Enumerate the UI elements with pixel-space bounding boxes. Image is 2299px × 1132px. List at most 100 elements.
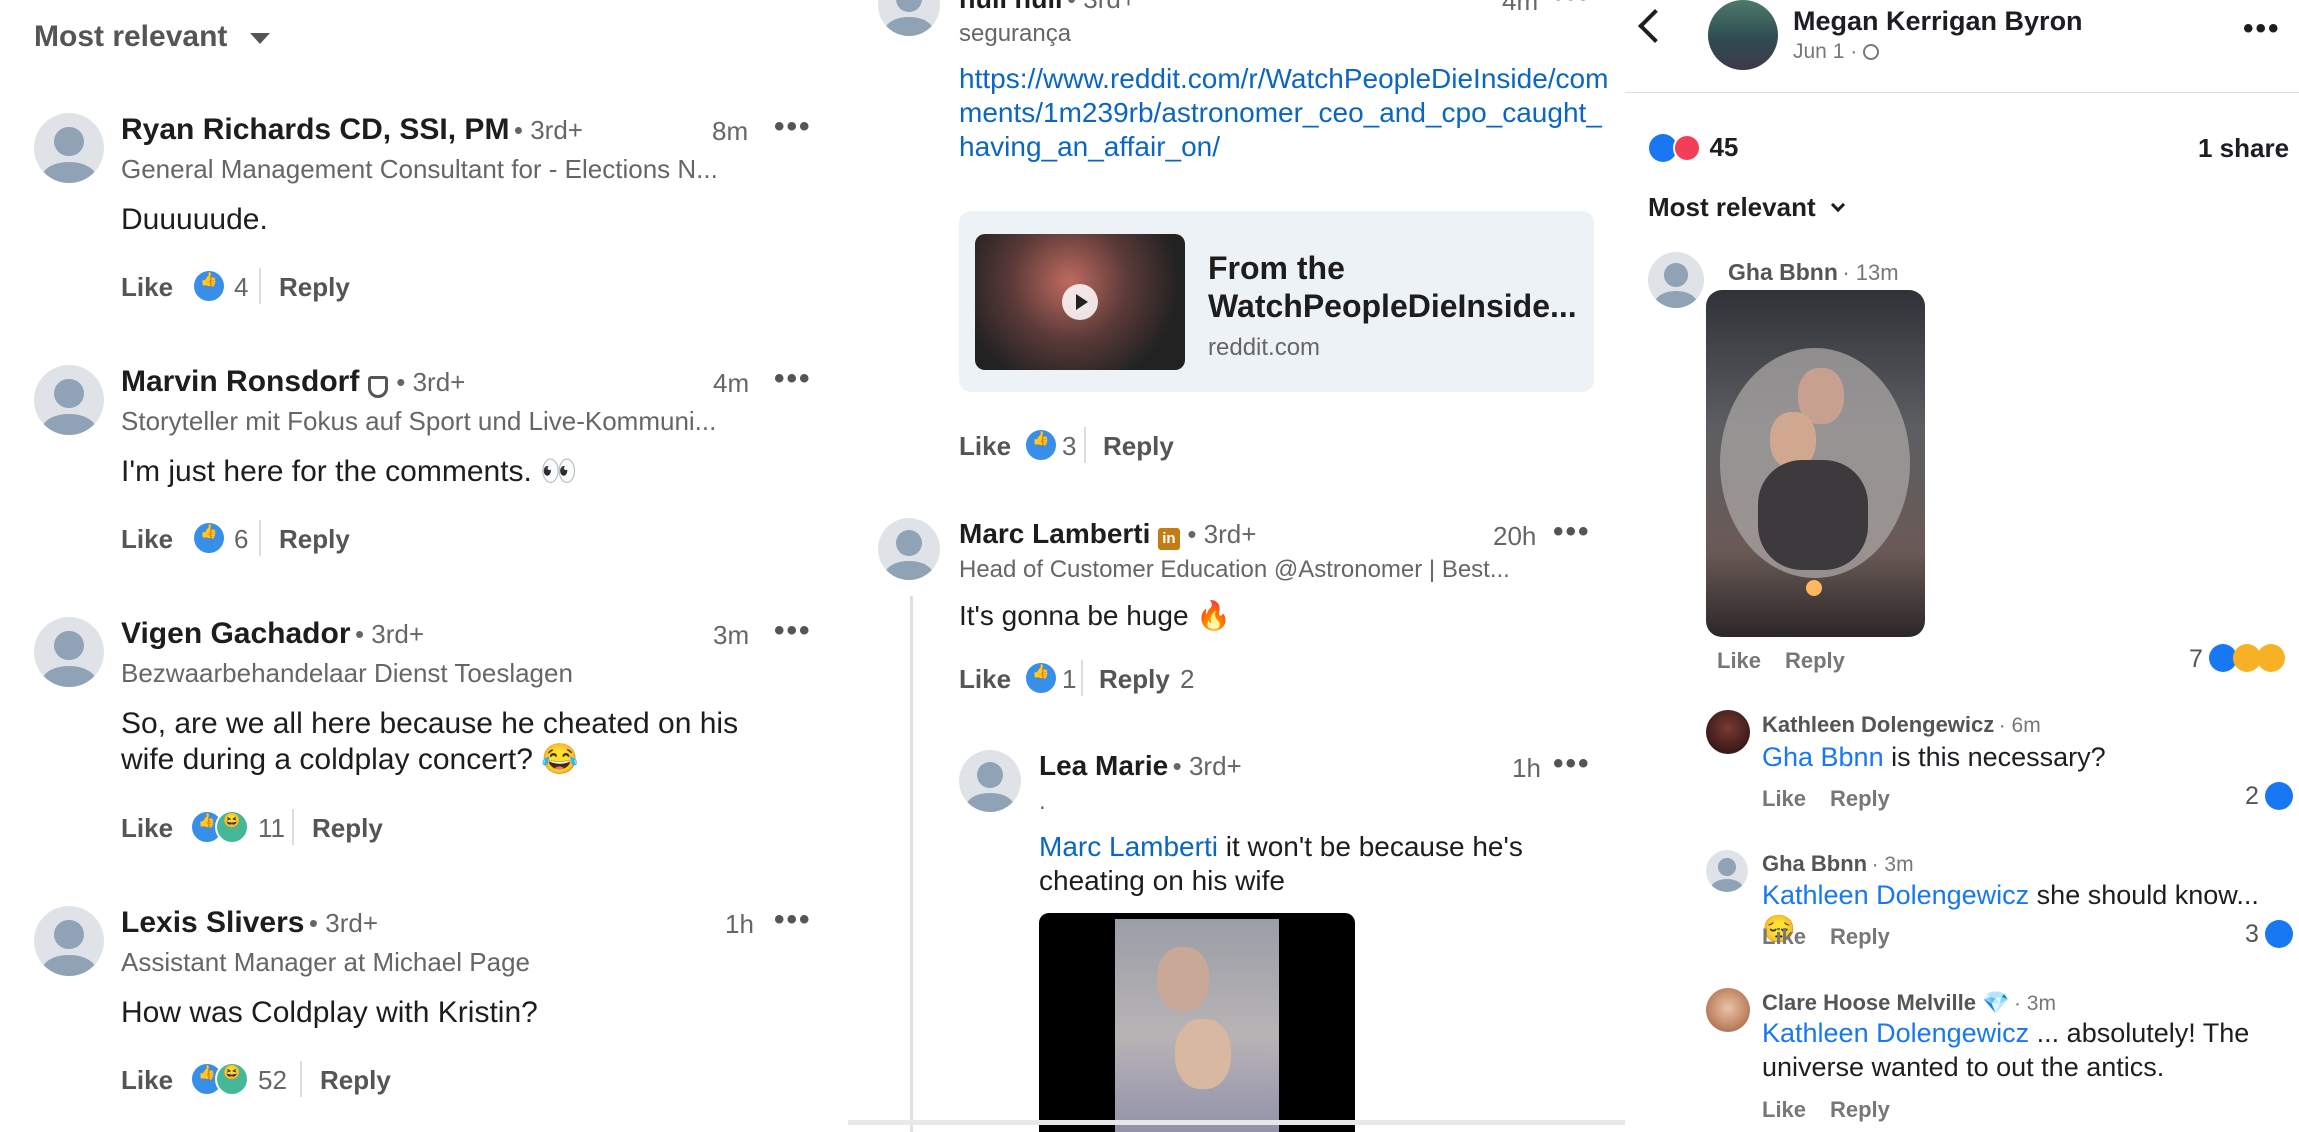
commenter-name[interactable]: Gha Bbnn <box>1762 851 1867 876</box>
reaction-count[interactable]: 2 <box>2245 782 2259 811</box>
like-button[interactable]: Like <box>121 1065 173 1096</box>
video-thumbnail[interactable] <box>975 234 1185 370</box>
more-options-icon[interactable]: ••• <box>774 362 812 396</box>
reply-button[interactable]: Reply <box>279 524 350 555</box>
reply-button[interactable]: Reply <box>312 813 383 844</box>
reaction-count[interactable]: 1 <box>1062 664 1076 695</box>
reply-button[interactable]: Reply <box>1785 648 1845 674</box>
more-options-icon[interactable]: ••• <box>1553 747 1591 781</box>
reaction-count[interactable]: 7 <box>2189 645 2203 674</box>
avatar[interactable] <box>34 365 104 435</box>
more-options-icon[interactable]: ••• <box>774 903 812 937</box>
avatar[interactable] <box>34 906 104 976</box>
commenter-name[interactable]: Lea Marie <box>1039 750 1168 781</box>
avatar[interactable] <box>878 518 940 580</box>
back-arrow-icon[interactable] <box>1638 9 1672 43</box>
mention-link[interactable]: Marc Lamberti <box>1039 831 1218 862</box>
like-button[interactable]: Like <box>121 524 173 555</box>
love-reaction-icon <box>1673 133 1701 162</box>
middle-comments-panel: null null • 3rd+ 4m ••• segurança https:… <box>848 0 1625 1132</box>
reply-button[interactable]: Reply <box>279 272 350 303</box>
mention-link[interactable]: Gha Bbnn <box>1762 742 1884 772</box>
like-button[interactable]: Like <box>121 272 173 303</box>
chevron-down-icon <box>1830 198 1845 213</box>
commenter-headline: Assistant Manager at Michael Page <box>121 947 530 977</box>
play-icon[interactable] <box>1062 284 1098 320</box>
comment-text: I'm just here for the comments. 👀 <box>121 455 578 488</box>
reply-button[interactable]: Reply <box>320 1065 391 1096</box>
avatar[interactable] <box>34 617 104 687</box>
reaction-count[interactable]: 4 <box>234 272 248 303</box>
comment-image[interactable] <box>1039 913 1355 1132</box>
sort-label: Most relevant <box>34 20 228 53</box>
comment-text: Gha Bbnn is this necessary? <box>1762 740 2282 774</box>
avatar[interactable] <box>1706 850 1748 892</box>
avatar[interactable] <box>878 0 940 36</box>
reactions-icons[interactable] <box>2209 644 2285 672</box>
commenter-name[interactable]: Clare Hoose Melville 💎 <box>1762 990 2009 1015</box>
author-avatar[interactable] <box>1708 0 1778 70</box>
commenter-name[interactable]: Vigen Gachador <box>121 617 351 650</box>
commenter-name[interactable]: Marvin Ronsdorf <box>121 365 359 398</box>
more-options-icon[interactable]: ••• <box>2243 12 2281 46</box>
like-button[interactable]: Like <box>959 431 1011 462</box>
avatar[interactable] <box>1648 252 1704 308</box>
connection-degree: • 3rd+ <box>354 619 425 649</box>
avatar[interactable] <box>34 113 104 183</box>
reply-button[interactable]: Reply <box>1103 431 1174 462</box>
sort-dropdown[interactable]: Most relevant <box>34 20 270 54</box>
divider <box>1081 660 1083 696</box>
avatar[interactable] <box>1706 710 1750 754</box>
author-name[interactable]: Megan Kerrigan Byron <box>1793 6 2083 37</box>
like-button[interactable]: Like <box>121 813 173 844</box>
like-button[interactable]: Like <box>1762 1097 1806 1123</box>
like-button[interactable]: Like <box>1762 924 1806 950</box>
link-preview-card[interactable]: From the WatchPeopleDieInside... reddit.… <box>959 211 1594 392</box>
reaction-summary[interactable]: 45 <box>1649 132 1738 163</box>
like-button[interactable]: Like <box>959 664 1011 695</box>
comment-time: 4m <box>713 368 750 398</box>
more-options-icon[interactable]: ••• <box>1553 0 1591 14</box>
shares-count[interactable]: 1 share <box>2198 133 2289 164</box>
reaction-count[interactable]: 6 <box>234 524 248 555</box>
mention-link[interactable]: Kathleen Dolengewicz <box>1762 880 2029 910</box>
like-reaction-icon <box>2265 782 2293 810</box>
comment-time: · 13m <box>1842 260 1899 285</box>
reply-button[interactable]: Reply <box>1830 786 1890 812</box>
avatar[interactable] <box>959 750 1021 812</box>
reply-button[interactable]: Reply <box>1099 664 1170 695</box>
commenter-name[interactable]: Gha Bbnn <box>1728 259 1838 285</box>
reaction-count[interactable]: 3 <box>2245 920 2259 949</box>
more-options-icon[interactable]: ••• <box>774 614 812 648</box>
like-button[interactable]: Like <box>1762 786 1806 812</box>
mention-link[interactable]: Kathleen Dolengewicz <box>1762 1018 2029 1048</box>
sort-dropdown[interactable]: Most relevant <box>1648 192 1845 223</box>
reaction-count[interactable]: 52 <box>258 1065 287 1096</box>
like-button[interactable]: Like <box>1717 648 1761 674</box>
post-date[interactable]: Jun 1 · <box>1793 40 1857 63</box>
more-options-icon[interactable]: ••• <box>1553 515 1591 549</box>
comment-body: is this necessary? <box>1883 742 2106 772</box>
commenter-name[interactable]: Marc Lamberti <box>959 518 1150 549</box>
comment-time: 1h <box>725 909 754 939</box>
commenter-name[interactable]: null null <box>959 0 1062 14</box>
reply-button[interactable]: Reply <box>1830 1097 1890 1123</box>
reaction-count[interactable]: 11 <box>258 813 285 844</box>
post-meta: Jun 1 · <box>1793 40 1880 64</box>
like-reaction-icon: 👍 <box>1024 428 1058 462</box>
sort-label: Most relevant <box>1648 192 1816 222</box>
preview-domain: reddit.com <box>1208 334 1321 361</box>
like-reaction-icon: 👍 <box>192 521 226 555</box>
commenter-headline: General Management Consultant for - Elec… <box>121 154 718 184</box>
commenter-name[interactable]: Lexis Slivers <box>121 906 304 939</box>
reply-button[interactable]: Reply <box>1830 924 1890 950</box>
more-options-icon[interactable]: ••• <box>774 110 812 144</box>
commenter-name[interactable]: Kathleen Dolengewicz <box>1762 712 1994 737</box>
comment-image[interactable] <box>1706 290 1925 637</box>
reddit-link[interactable]: https://www.reddit.com/r/WatchPeopleDieI… <box>959 62 1609 164</box>
commenter-name[interactable]: Ryan Richards CD, SSI, PM <box>121 113 509 146</box>
reply-count[interactable]: 2 <box>1180 664 1194 695</box>
avatar[interactable] <box>1706 988 1750 1032</box>
reaction-count[interactable]: 3 <box>1062 431 1076 462</box>
scroll-divider <box>848 1120 1625 1125</box>
